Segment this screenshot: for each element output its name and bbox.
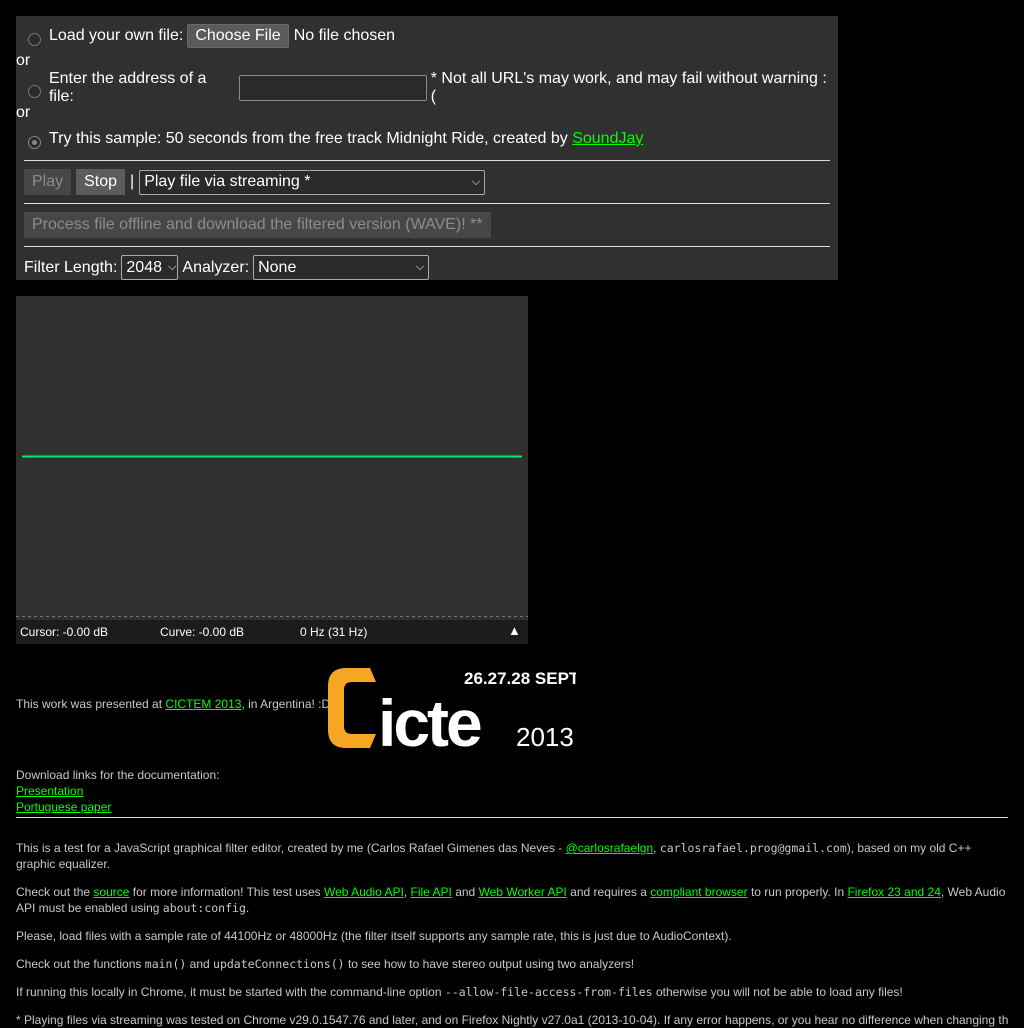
soundjay-link[interactable]: SoundJay — [572, 130, 643, 148]
radio-sample[interactable] — [28, 135, 41, 149]
filter-length-value: 2048 — [126, 258, 162, 276]
button-divider: | — [130, 173, 135, 190]
file-address-input[interactable] — [238, 75, 427, 101]
load-file-label: Load your own file: — [49, 27, 184, 44]
cictem-logo: 26.27.28 SEPT 2013 icte 2013 — [326, 664, 622, 760]
req-text-3: and requires a — [570, 885, 647, 899]
streaming-footnote: * Playing files via streaming was tested… — [16, 1013, 1008, 1027]
logo-wordmark: icte — [378, 686, 481, 750]
update-connections-code: updateConnections() — [213, 957, 345, 971]
frequency-readout: 0 Hz (31 Hz) — [300, 625, 368, 639]
control-panel: Load your own file: Choose File No file … — [16, 16, 838, 280]
email-text: carlosrafael.prog@gmail.com — [659, 841, 847, 855]
playback-mode-value: Play file via streaming * — [144, 173, 311, 190]
func-text-1: Check out the functions — [16, 957, 142, 971]
source-link[interactable]: source — [93, 885, 129, 899]
chevron-down-icon: ⌵ — [415, 261, 425, 273]
about-config-code: about:config — [162, 901, 246, 915]
main-code: main() — [144, 957, 187, 971]
intro-paragraph: This is a test for a JavaScript graphica… — [16, 841, 972, 871]
stop-button[interactable]: Stop — [76, 169, 126, 195]
divider-2 — [24, 203, 830, 204]
graph-status-bar: Cursor: -0.00 dB Curve: -0.00 dB 0 Hz (3… — [16, 620, 528, 644]
presented-suffix: , in Argentina! :D — [241, 697, 331, 711]
curve-readout: Curve: -0.00 dB — [160, 625, 245, 639]
section-divider — [16, 817, 1008, 818]
logo-year: 2013 — [516, 722, 574, 750]
func-text-and: and — [189, 957, 210, 971]
web-worker-api-link[interactable]: Web Worker API — [479, 885, 567, 899]
chrome-local-paragraph: If running this locally in Chrome, it mu… — [16, 984, 1008, 1000]
sample-rate-paragraph: Please, load files with a sample rate of… — [16, 929, 732, 943]
chevron-down-icon: ⌵ — [167, 261, 177, 273]
compliant-browser-link[interactable]: compliant browser — [650, 885, 747, 899]
presented-prefix: This work was presented at — [16, 697, 163, 711]
divider — [24, 160, 830, 161]
chevron-down-icon: ⌵ — [471, 175, 481, 188]
analyzer-value: None — [258, 258, 297, 276]
file-address-label: Enter the address of a file: — [48, 70, 207, 105]
logo-c-mark — [328, 668, 376, 748]
url-warning-note: * Not all URL's may work, and may fail w… — [430, 70, 827, 105]
func-text-2: to see how to have stereo output using t… — [347, 957, 635, 971]
sample-label: Try this sample: 50 seconds from the fre… — [49, 130, 568, 147]
docs-section: Download links for the documentation: Pr… — [16, 767, 1008, 815]
req-text-and: and — [455, 885, 476, 899]
allow-file-access-code: --allow-file-access-from-files — [444, 985, 653, 999]
cursor-readout: Cursor: -0.00 dB — [20, 625, 109, 639]
file-api-link[interactable]: File API — [410, 885, 451, 899]
chrome-text-2: otherwise you will not be able to load a… — [655, 985, 903, 999]
analyzer-select[interactable]: None ⌵ — [253, 255, 430, 280]
filter-graph[interactable]: Cursor: -0.00 dB Curve: -0.00 dB 0 Hz (3… — [16, 296, 528, 644]
web-audio-api-link[interactable]: Web Audio API — [324, 885, 404, 899]
req-text-2: for more information! This test uses — [132, 885, 321, 899]
filter-curve-canvas[interactable] — [16, 296, 528, 620]
firefox-link[interactable]: Firefox 23 and 24 — [847, 885, 940, 899]
playback-mode-select[interactable]: Play file via streaming * ⌵ — [139, 169, 486, 195]
intro-text: This is a test for a JavaScript graphica… — [16, 841, 563, 855]
divider-3 — [24, 246, 830, 247]
choose-file-button[interactable]: Choose File — [187, 24, 289, 48]
radio-load-own-file[interactable] — [28, 32, 41, 46]
chrome-text-1: If running this locally in Chrome, it mu… — [16, 985, 442, 999]
analyzer-label: Analyzer: — [182, 258, 250, 276]
twitter-link[interactable]: @carlosrafaelgn — [566, 841, 654, 855]
radio-file-address[interactable] — [28, 84, 41, 98]
req-text-1: Check out the — [16, 885, 91, 899]
logo-dates: 26.27.28 SEPT 2013 — [464, 669, 576, 688]
presentation-link[interactable]: Presentation — [16, 784, 83, 798]
process-offline-button[interactable]: Process file offline and download the fi… — [24, 212, 491, 238]
paper-link[interactable]: Portuguese paper — [16, 800, 111, 814]
functions-paragraph: Check out the functions main() and updat… — [16, 956, 1008, 972]
docs-heading: Download links for the documentation: — [16, 768, 220, 782]
req-text-4: to run properly. In — [750, 885, 845, 899]
or-separator: or — [16, 52, 31, 69]
filter-length-label: Filter Length: — [24, 258, 118, 276]
or-separator-2: or — [16, 104, 31, 121]
filter-length-select[interactable]: 2048 ⌵ — [121, 255, 179, 280]
triangle-up-icon[interactable]: ▲ — [508, 623, 521, 638]
requirements-paragraph: Check out the source for more informatio… — [16, 885, 1006, 915]
play-button[interactable]: Play — [24, 169, 72, 195]
cictem-link[interactable]: CICTEM 2013 — [165, 697, 241, 711]
no-file-chosen-text: No file chosen — [293, 27, 396, 44]
